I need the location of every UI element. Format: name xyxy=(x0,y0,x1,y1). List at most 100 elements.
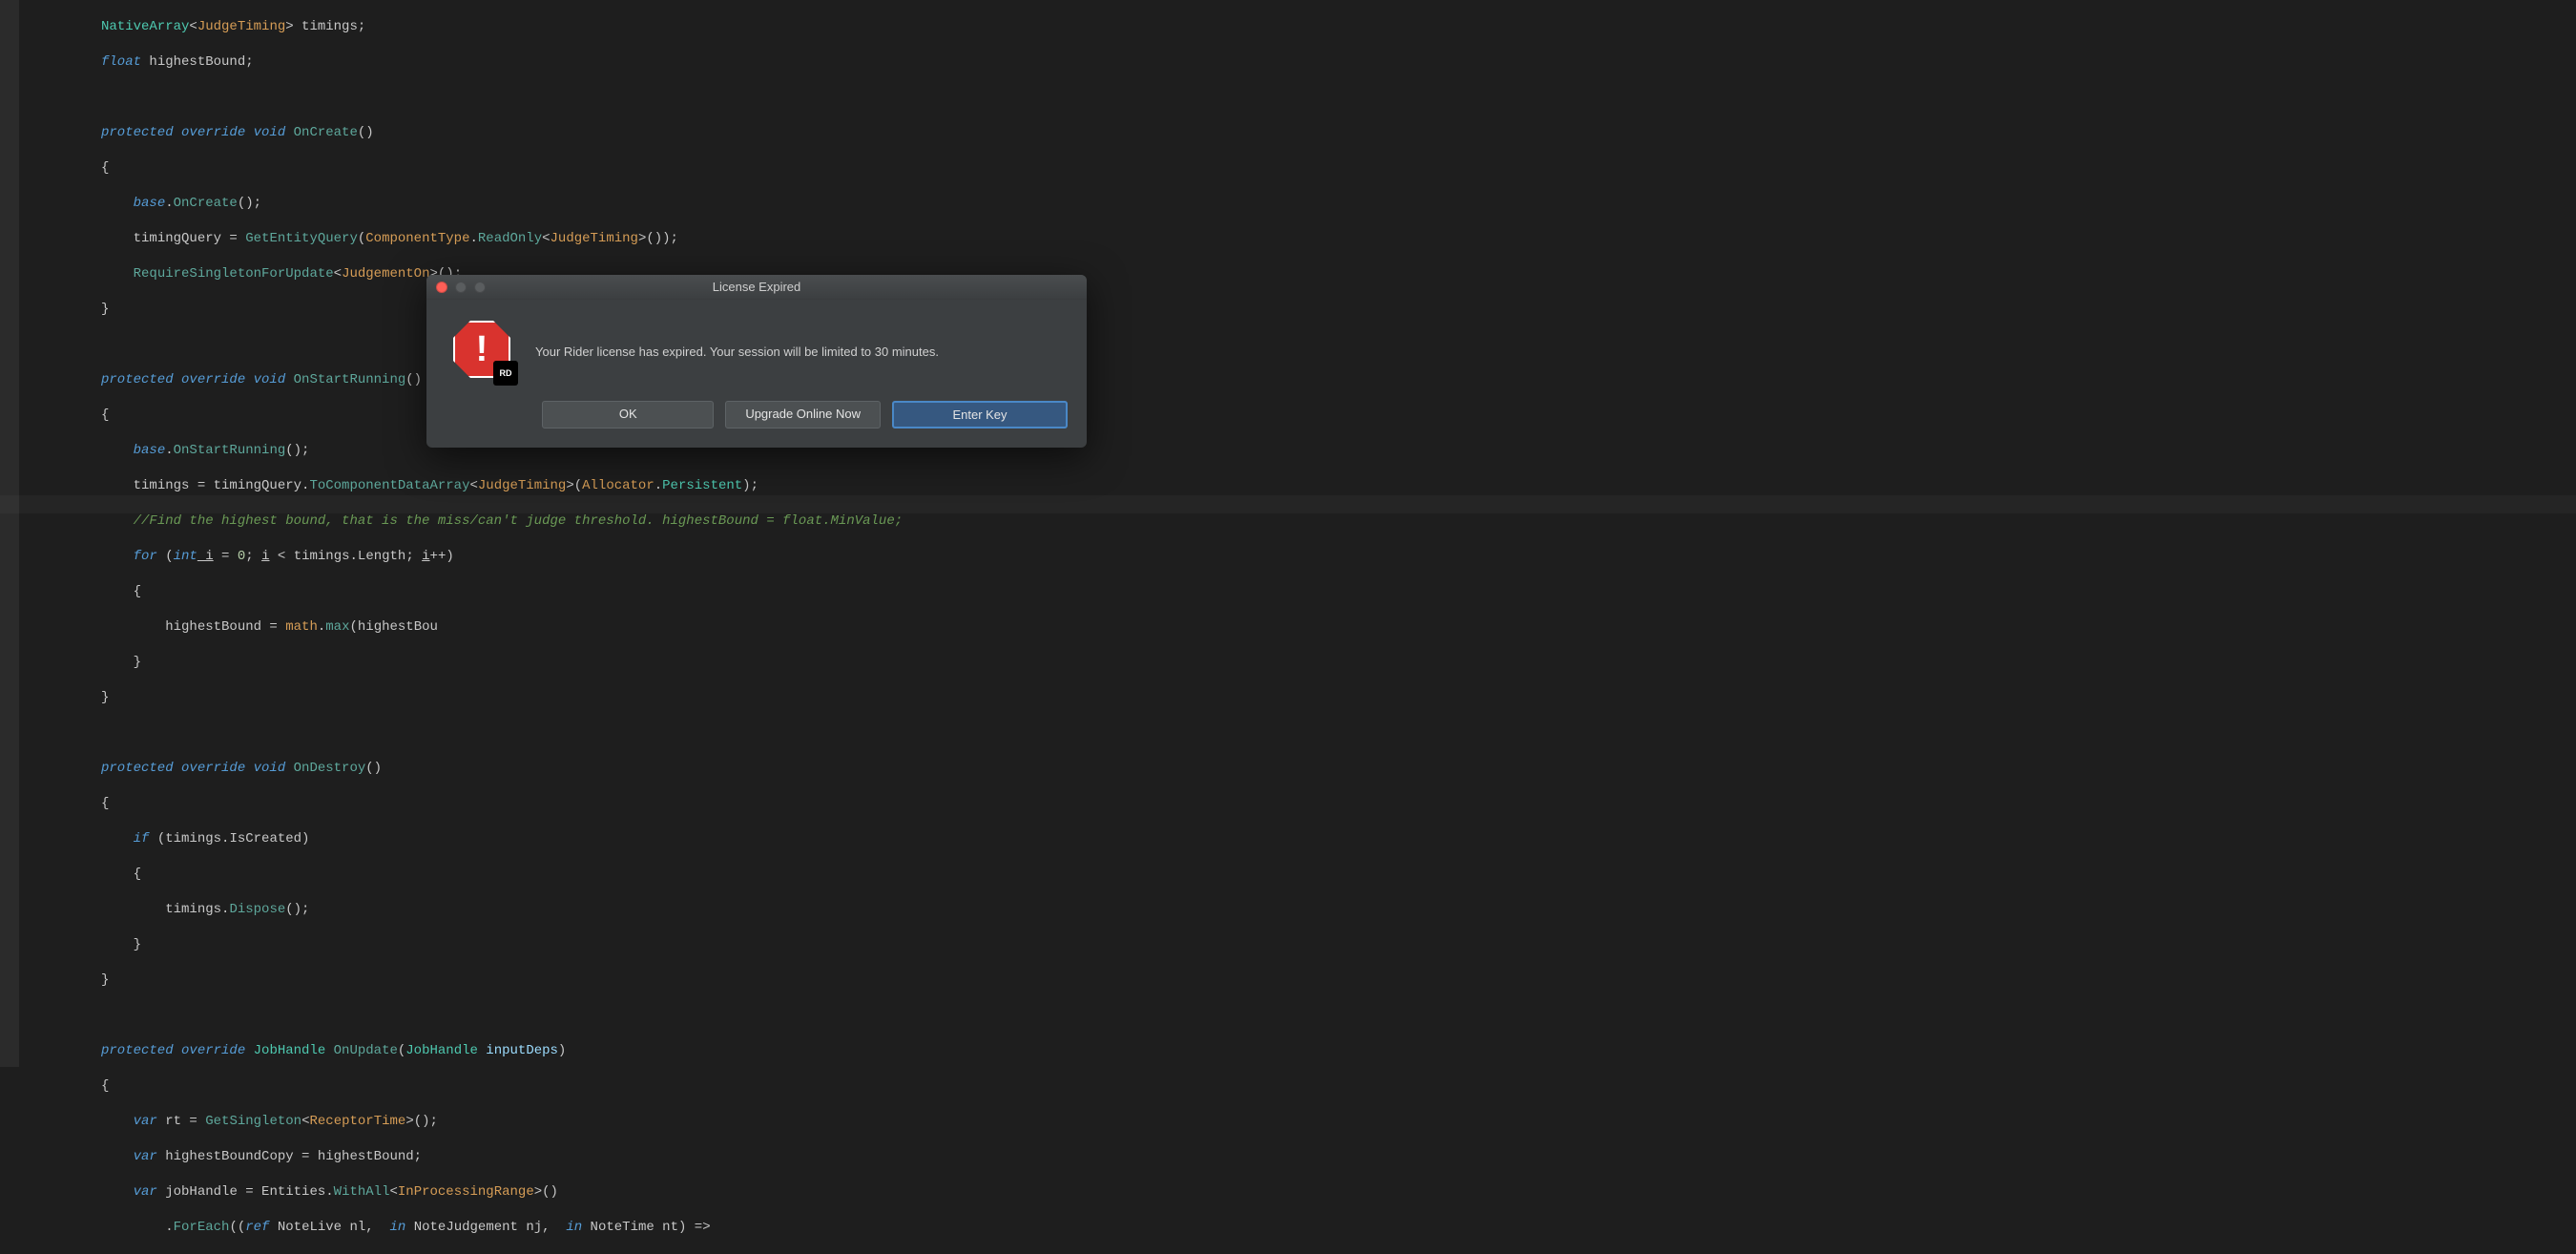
code-token: OnStartRunning xyxy=(294,372,406,387)
code-token: } xyxy=(101,972,109,988)
close-icon[interactable] xyxy=(436,282,447,293)
ok-button[interactable]: OK xyxy=(542,401,714,428)
code-token: InProcessingRange xyxy=(398,1184,534,1200)
code-token: >()); xyxy=(638,231,678,246)
code-token: < timings.Length; xyxy=(270,549,423,564)
code-token: < xyxy=(334,266,342,282)
code-token: in xyxy=(566,1220,582,1235)
code-token: NoteJudgement nj, xyxy=(405,1220,566,1235)
code-token: . xyxy=(469,231,477,246)
code-token: ToComponentDataArray xyxy=(309,478,469,493)
code-token: NoteTime nt xyxy=(582,1220,678,1235)
maximize-icon xyxy=(474,282,486,293)
code-token: protected override void xyxy=(101,125,294,140)
code-token: max xyxy=(325,619,349,635)
code-token: ComponentType xyxy=(365,231,469,246)
code-token: ++) xyxy=(430,549,454,564)
code-token: >() xyxy=(534,1184,558,1200)
code-token: ) xyxy=(558,1043,566,1058)
code-token: JudgeTiming xyxy=(478,478,566,493)
code-token: ); xyxy=(742,478,758,493)
code-token: OnStartRunning xyxy=(174,443,286,458)
code-token: Dispose xyxy=(229,902,285,917)
code-token: var xyxy=(134,1114,157,1129)
code-token: < xyxy=(389,1184,397,1200)
enter-key-button[interactable]: Enter Key xyxy=(892,401,1068,428)
code-token: OnDestroy xyxy=(294,761,366,776)
code-token: OnCreate xyxy=(294,125,358,140)
code-token: { xyxy=(101,408,109,423)
code-token: JudgeTiming xyxy=(551,231,638,246)
upgrade-online-button[interactable]: Upgrade Online Now xyxy=(725,401,881,428)
code-token: ) => xyxy=(678,1220,711,1235)
code-token: in xyxy=(390,1220,406,1235)
code-token: } xyxy=(134,937,141,952)
code-token: } xyxy=(101,302,109,317)
code-token: { xyxy=(101,1078,109,1094)
code-token: OnUpdate xyxy=(334,1043,398,1058)
code-token: if xyxy=(134,831,157,846)
code-token: protected override void xyxy=(101,761,294,776)
code-token: > timings; xyxy=(285,19,365,34)
code-token: math xyxy=(285,619,318,635)
code-token: (); xyxy=(238,196,261,211)
code-token: GetEntityQuery xyxy=(245,231,358,246)
code-token: JobHandle xyxy=(405,1043,478,1058)
code-token: rt = xyxy=(157,1114,205,1129)
code-token: Allocator xyxy=(582,478,654,493)
code-comment: //Find the highest bound, that is the mi… xyxy=(134,513,904,529)
code-token: JudgeTiming xyxy=(197,19,285,34)
code-token: ref xyxy=(245,1220,269,1235)
rider-badge-icon: RD xyxy=(493,361,518,386)
code-token: < xyxy=(301,1114,309,1129)
license-expired-dialog: License Expired ! RD Your Rider license … xyxy=(426,275,1087,448)
code-token: for xyxy=(134,549,166,564)
code-editor[interactable]: NativeArray<JudgeTiming> timings; float … xyxy=(19,0,2576,1254)
code-token: float xyxy=(101,54,141,70)
code-token: jobHandle = Entities. xyxy=(157,1184,334,1200)
code-token: NativeArray xyxy=(101,19,189,34)
code-token: base xyxy=(134,196,166,211)
code-token: ; xyxy=(245,549,261,564)
dialog-button-row: OK Upgrade Online Now Enter Key xyxy=(426,393,1087,448)
code-token: { xyxy=(134,867,141,882)
code-token: NoteLive nl, xyxy=(269,1220,389,1235)
code-token: < xyxy=(542,231,550,246)
code-token: ( xyxy=(358,231,365,246)
code-token: timings. xyxy=(165,902,229,917)
code-token: var xyxy=(134,1149,157,1164)
code-token: int xyxy=(174,549,197,564)
stop-sign-icon: ! RD xyxy=(453,321,514,382)
code-token: i xyxy=(261,549,269,564)
code-token: inputDeps xyxy=(478,1043,558,1058)
code-token: WithAll xyxy=(334,1184,390,1200)
code-token: (( xyxy=(229,1220,245,1235)
code-token: highestBound = xyxy=(165,619,285,635)
code-token: . xyxy=(654,478,662,493)
code-token: (highestBou xyxy=(349,619,437,635)
code-token: ( xyxy=(165,549,173,564)
code-token: Persistent xyxy=(662,478,742,493)
code-token: . xyxy=(165,443,173,458)
code-token: timingQuery = xyxy=(134,231,246,246)
code-token: ReadOnly xyxy=(478,231,542,246)
code-token: () xyxy=(365,761,382,776)
code-token: JobHandle xyxy=(254,1043,334,1058)
code-token: i xyxy=(197,549,214,564)
code-token: highestBound; xyxy=(141,54,254,70)
dialog-titlebar[interactable]: License Expired xyxy=(426,275,1087,300)
code-token: protected override void xyxy=(101,372,294,387)
code-token: < xyxy=(469,478,477,493)
editor-gutter xyxy=(0,0,19,1067)
code-token: () xyxy=(405,372,422,387)
code-token: var xyxy=(134,1184,157,1200)
code-token: i xyxy=(422,549,429,564)
code-token: } xyxy=(101,690,109,705)
code-token: (); xyxy=(285,902,309,917)
code-token: { xyxy=(101,796,109,811)
code-token: protected override xyxy=(101,1043,254,1058)
dialog-body: ! RD Your Rider license has expired. You… xyxy=(426,300,1087,393)
code-token: (); xyxy=(285,443,309,458)
code-token: JudgementOn xyxy=(342,266,429,282)
code-token: GetSingleton xyxy=(205,1114,301,1129)
